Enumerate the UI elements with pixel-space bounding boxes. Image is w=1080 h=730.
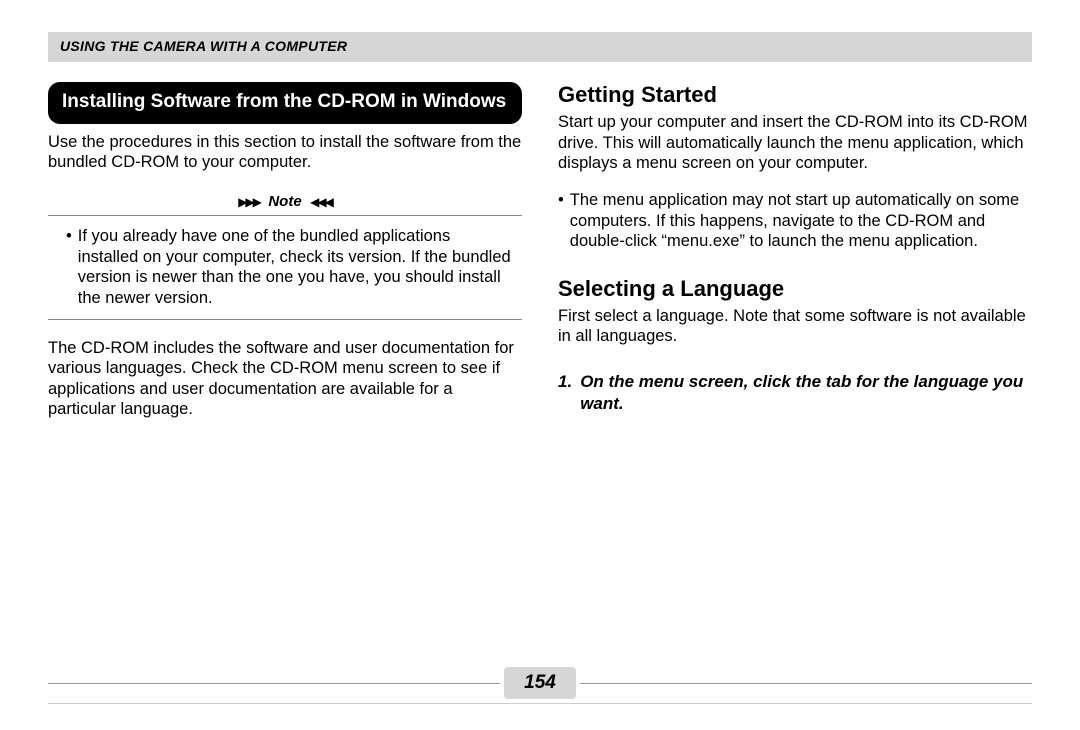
note-box: • If you already have one of the bundled… — [48, 215, 522, 320]
manual-page: USING THE CAMERA WITH A COMPUTER Install… — [0, 0, 1080, 730]
getting-started-bullet-text: The menu application may not start up au… — [570, 190, 1032, 252]
page-footer: 154 — [48, 667, 1032, 704]
section-header-text: USING THE CAMERA WITH A COMPUTER — [60, 38, 347, 54]
intro-paragraph: Use the procedures in this section to in… — [48, 132, 522, 173]
selecting-language-heading: Selecting a Language — [558, 276, 1032, 302]
footer-line: 154 — [48, 667, 1032, 699]
note-arrows-left-icon: ▶▶▶ — [238, 195, 260, 209]
footer-thin-rule — [48, 703, 1032, 704]
after-note-paragraph: The CD-ROM includes the software and use… — [48, 338, 522, 421]
step-1: 1. On the menu screen, click the tab for… — [558, 371, 1032, 415]
left-column: Installing Software from the CD-ROM in W… — [48, 82, 522, 436]
bullet-dot-icon: • — [66, 226, 72, 309]
topic-heading: Installing Software from the CD-ROM in W… — [48, 82, 522, 124]
getting-started-paragraph: Start up your computer and insert the CD… — [558, 112, 1032, 174]
getting-started-heading: Getting Started — [558, 82, 1032, 108]
step-text: On the menu screen, click the tab for th… — [580, 371, 1032, 415]
note-bullet: • If you already have one of the bundled… — [56, 226, 514, 309]
note-label-row: ▶▶▶ Note ◀◀◀ — [48, 193, 522, 211]
footer-rule-left — [48, 683, 500, 684]
step-number: 1. — [558, 371, 572, 415]
footer-rule-right — [580, 683, 1032, 684]
note-arrows-right-icon: ◀◀◀ — [310, 195, 332, 209]
page-number: 154 — [504, 667, 576, 699]
bullet-dot-icon: • — [558, 190, 564, 252]
right-column: Getting Started Start up your computer a… — [558, 82, 1032, 436]
selecting-language-paragraph: First select a language. Note that some … — [558, 306, 1032, 347]
getting-started-bullet: • The menu application may not start up … — [558, 190, 1032, 252]
content-columns: Installing Software from the CD-ROM in W… — [48, 82, 1032, 436]
section-header-bar: USING THE CAMERA WITH A COMPUTER — [48, 32, 1032, 62]
note-label: Note — [268, 193, 301, 210]
note-bullet-text: If you already have one of the bundled a… — [78, 226, 514, 309]
